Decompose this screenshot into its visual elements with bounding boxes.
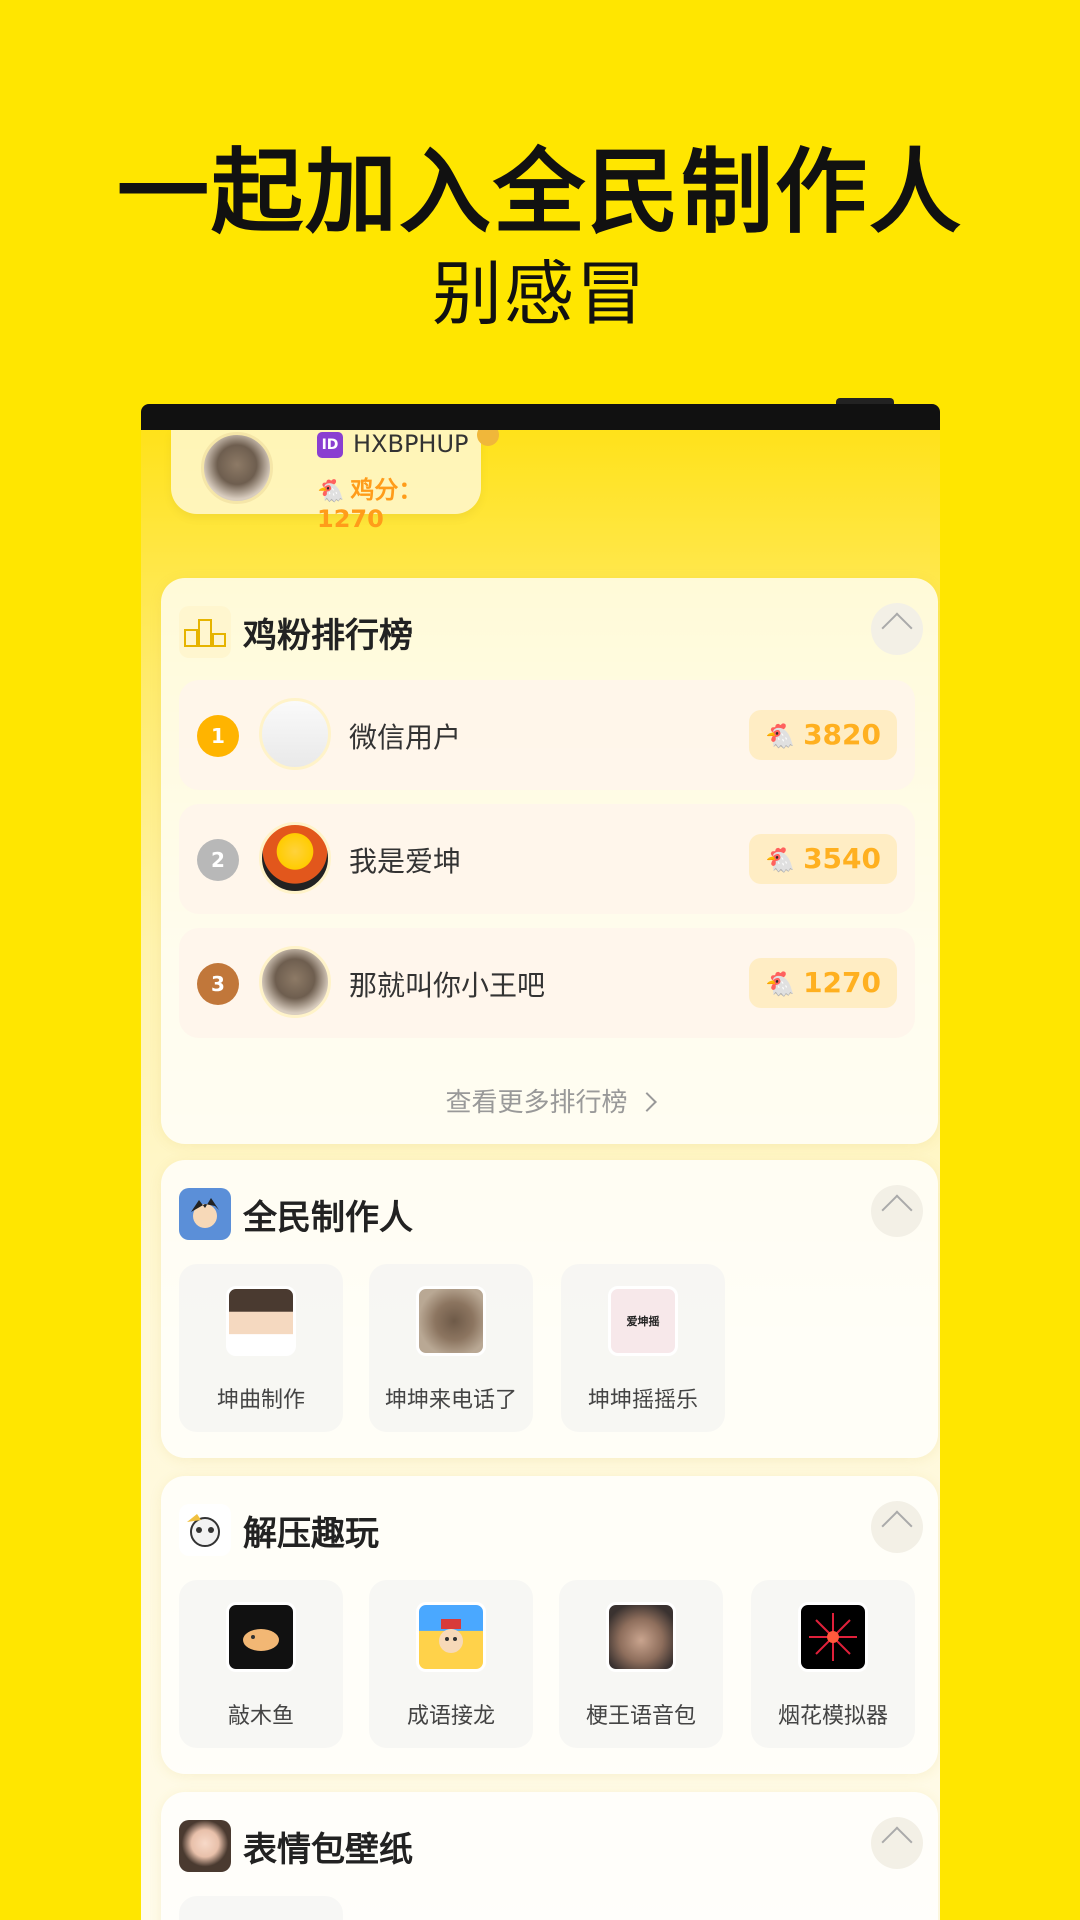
ranking-title: 鸡粉排行榜 (243, 616, 413, 656)
chicken-icon: 🐔 (317, 479, 345, 504)
rank-name: 我是爱坤 (349, 845, 462, 878)
ranking-collapse-button[interactable] (871, 603, 923, 655)
wallpaper-title: 表情包壁纸 (243, 1830, 413, 1870)
rank-row[interactable]: 3 那就叫你小王吧 🐔 1270 (179, 928, 915, 1038)
ranking-section: 鸡粉排行榜 1 微信用户 🐔 3820 2 我是爱坤 🐔 3540 3 那就叫你小王… (161, 578, 938, 1144)
chevron-up-icon (881, 1510, 913, 1542)
app-screen: ID HXBPHUP 🐔鸡分：1270 鸡粉排行榜 1 微信用户 🐔3820 (141, 430, 940, 1920)
rank-number-badge: 2 (197, 839, 239, 881)
tile-label: 坤坤来电话了 (384, 1388, 517, 1413)
user-avatar[interactable] (201, 432, 273, 504)
producer-tile[interactable]: 爱坤摇 坤坤摇摇乐 (561, 1264, 725, 1432)
chevron-up-icon (881, 1826, 913, 1858)
chevron-right-icon (636, 1091, 657, 1112)
chevron-up-icon (881, 612, 913, 644)
producer-tile[interactable]: 坤曲制作 (179, 1264, 343, 1432)
producer-section: 全民制作人 坤曲制作 坤坤来电话了 爱坤摇 坤坤摇摇乐 (161, 1160, 938, 1458)
wallpaper-collapse-button[interactable] (871, 1817, 923, 1869)
tile-image (226, 1286, 296, 1356)
producer-section-icon (179, 1188, 231, 1240)
meme-voice-icon (606, 1602, 676, 1672)
producer-tile[interactable]: 坤坤来电话了 (369, 1264, 533, 1432)
relax-header: 解压趣玩 (161, 1476, 938, 1578)
wooden-fish-icon (226, 1602, 296, 1672)
rank-score: 🐔 1270 (749, 958, 897, 1008)
user-id: HXBPHUP (353, 430, 469, 458)
producer-header: 全民制作人 (161, 1160, 938, 1262)
id-badge-icon: ID (317, 432, 343, 458)
tile-image (416, 1286, 486, 1356)
promo-subline: 别感冒 (432, 253, 648, 335)
wallpaper-section: 表情包壁纸 (161, 1792, 938, 1920)
tile-label: 成语接龙 (406, 1704, 495, 1729)
tile-label: 敲木鱼 (227, 1704, 294, 1729)
rank-avatar (259, 946, 331, 1018)
rank-row[interactable]: 1 微信用户 🐔 3820 (179, 680, 915, 790)
relax-title: 解压趣玩 (243, 1514, 379, 1554)
relax-section: 解压趣玩 敲木鱼 成语接龙 梗王语音包 烟花模拟器 (161, 1476, 938, 1774)
chicken-icon: 🐔 (765, 722, 796, 750)
rank-avatar (259, 698, 331, 770)
rank-score: 🐔 3540 (749, 834, 897, 884)
rank-score-value: 1270 (803, 966, 881, 999)
relax-tile[interactable]: 烟花模拟器 (751, 1580, 915, 1748)
rank-row[interactable]: 2 我是爱坤 🐔 3540 (179, 804, 915, 914)
user-score: 🐔 鸡分：1270 (317, 470, 481, 533)
tile-label: 坤坤摇摇乐 (587, 1388, 698, 1413)
rank-name: 微信用户 (349, 721, 462, 754)
chicken-icon: 🐔 (765, 846, 796, 874)
wallpaper-tile[interactable] (179, 1896, 343, 1920)
firework-icon (798, 1602, 868, 1672)
promo-headline: 一起加入全民制作人 (116, 139, 963, 246)
producer-title: 全民制作人 (243, 1198, 413, 1238)
podium-icon (179, 606, 231, 658)
rank-score: 🐔 3820 (749, 710, 897, 760)
tile-label: 梗王语音包 (585, 1704, 696, 1729)
relax-tile[interactable]: 成语接龙 (369, 1580, 533, 1748)
more-ranking-link[interactable]: 查看更多排行榜 (161, 1082, 938, 1119)
chevron-up-icon (881, 1194, 913, 1226)
tile-label: 坤曲制作 (216, 1388, 305, 1413)
tile-image: 爱坤摇 (608, 1286, 678, 1356)
settings-icon[interactable] (477, 430, 499, 446)
relax-collapse-button[interactable] (871, 1501, 923, 1553)
idiom-game-icon (416, 1602, 486, 1672)
wallpaper-section-icon (179, 1820, 231, 1872)
chicken-icon: 🐔 (765, 970, 796, 998)
phone-frame-top (141, 404, 940, 430)
rank-name: 那就叫你小王吧 (349, 969, 546, 1002)
relax-section-icon (179, 1504, 231, 1556)
rank-number-badge: 1 (197, 715, 239, 757)
rank-number-badge: 3 (197, 963, 239, 1005)
wallpaper-header: 表情包壁纸 (161, 1792, 938, 1894)
relax-tile[interactable]: 敲木鱼 (179, 1580, 343, 1748)
rank-avatar (259, 822, 331, 894)
ranking-header: 鸡粉排行榜 (161, 578, 938, 680)
user-card[interactable]: ID HXBPHUP 🐔 鸡分：1270 (171, 430, 499, 533)
relax-tile[interactable]: 梗王语音包 (559, 1580, 723, 1748)
tile-label: 烟花模拟器 (777, 1704, 888, 1729)
rank-score-value: 3820 (803, 718, 881, 751)
more-ranking-label: 查看更多排行榜 (445, 1088, 628, 1118)
rank-score-value: 3540 (803, 842, 881, 875)
producer-collapse-button[interactable] (871, 1185, 923, 1237)
